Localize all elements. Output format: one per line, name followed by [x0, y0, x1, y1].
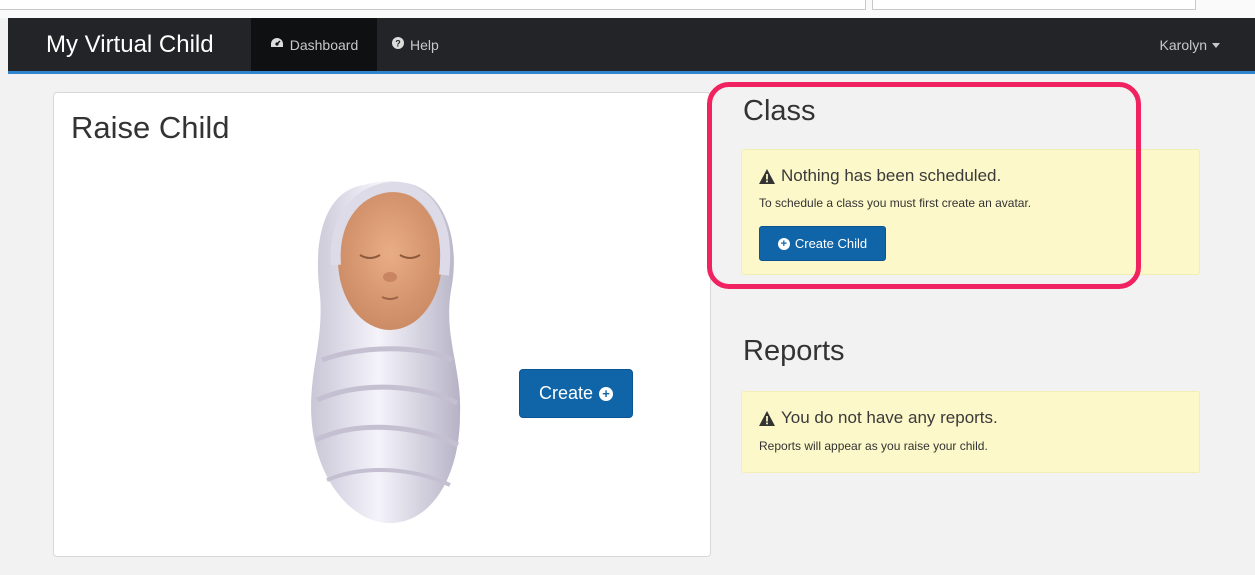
plus-circle-icon: + [599, 386, 614, 401]
create-child-button[interactable]: + Create Child [759, 226, 886, 261]
question-circle-icon: ? [392, 37, 404, 52]
class-heading: Class [743, 95, 816, 127]
warning-icon [759, 410, 775, 426]
class-alert-heading: Nothing has been scheduled. [781, 166, 1002, 185]
raise-child-title: Raise Child [71, 110, 230, 145]
nav-help[interactable]: ? Help [392, 18, 439, 71]
raise-child-panel: Raise Child Create + [53, 92, 711, 557]
brand-title[interactable]: My Virtual Child [46, 32, 214, 58]
chevron-down-icon [1212, 43, 1220, 48]
browser-search-box[interactable] [872, 0, 1196, 10]
top-navbar: My Virtual Child Dashboard ? Help Karoly… [8, 18, 1255, 74]
browser-chrome [0, 0, 1255, 18]
nav-dashboard[interactable]: Dashboard [251, 18, 377, 71]
user-menu[interactable]: Karolyn [1160, 18, 1220, 71]
reports-alert-heading-row: You do not have any reports. [759, 408, 998, 428]
reports-alert: You do not have any reports. Reports wil… [741, 391, 1200, 473]
plus-circle-icon: + [777, 237, 790, 250]
swaddled-baby-image [311, 181, 461, 524]
warning-icon [759, 168, 775, 184]
class-alert-heading-row: Nothing has been scheduled. [759, 166, 1001, 186]
dashboard-icon [270, 37, 284, 52]
svg-text:?: ? [395, 39, 401, 49]
create-child-button-label: Create Child [794, 236, 868, 251]
nav-help-label: Help [410, 36, 439, 53]
user-name: Karolyn [1159, 36, 1207, 53]
reports-alert-heading: You do not have any reports. [781, 408, 998, 427]
class-alert: Nothing has been scheduled. To schedule … [741, 149, 1200, 275]
reports-heading: Reports [743, 335, 845, 367]
nav-dashboard-label: Dashboard [289, 36, 359, 53]
class-alert-text: To schedule a class you must first creat… [759, 196, 1032, 210]
create-button-label: Create [538, 383, 594, 403]
address-bar[interactable] [0, 0, 866, 10]
reports-alert-text: Reports will appear as you raise your ch… [759, 439, 988, 453]
create-button[interactable]: Create + [519, 369, 633, 418]
